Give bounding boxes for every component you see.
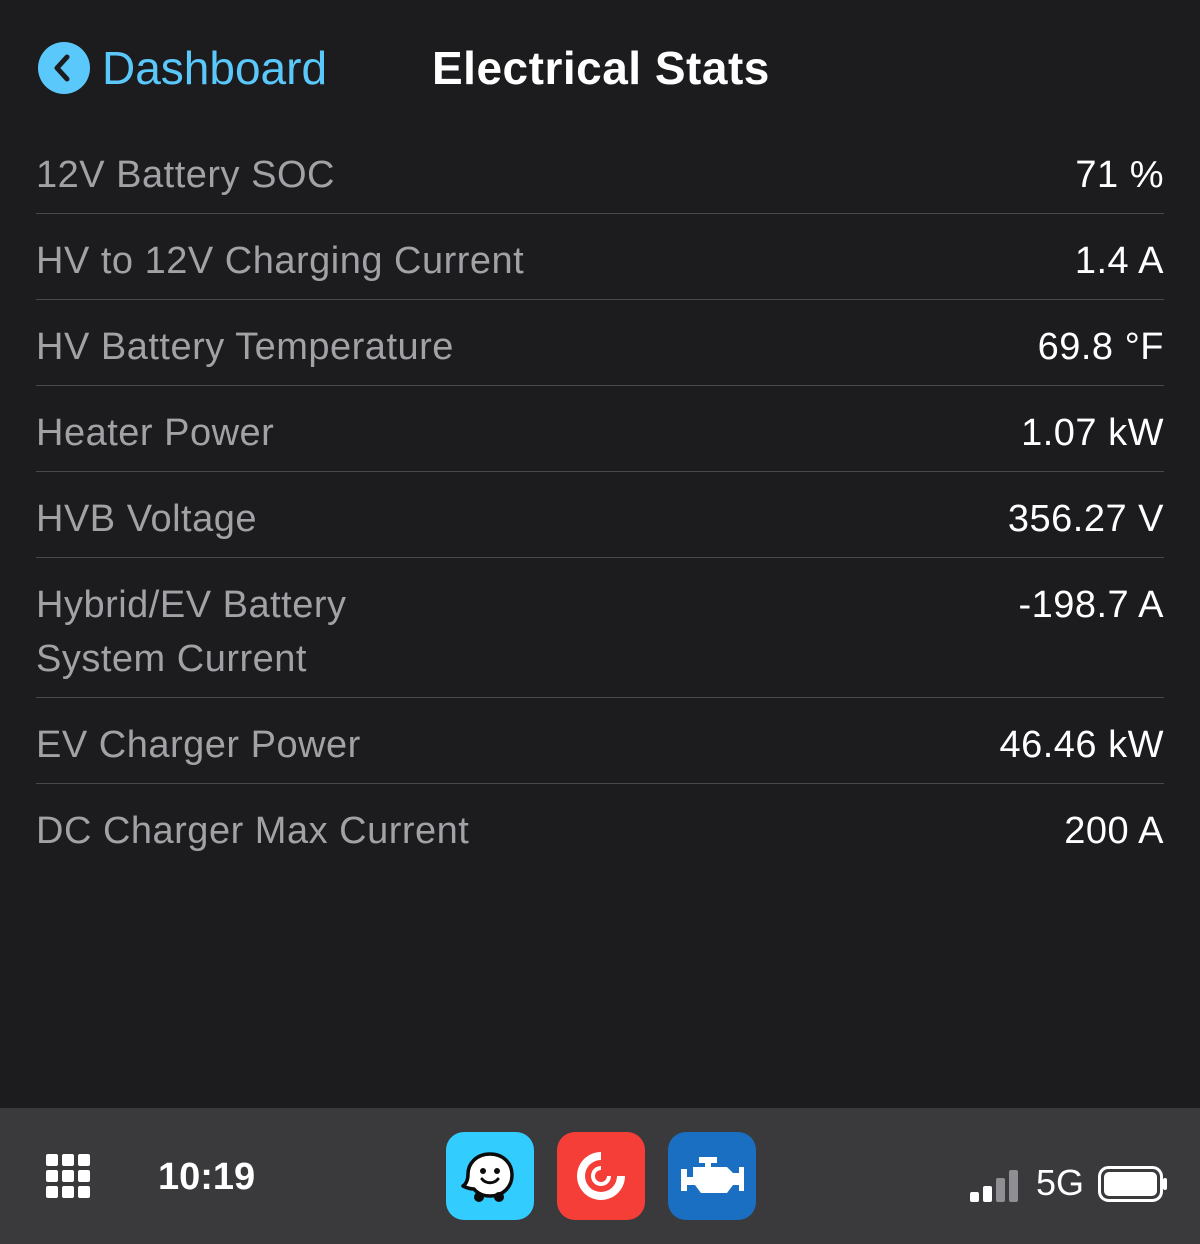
- engine-icon[interactable]: [668, 1132, 756, 1220]
- carplay-screen: Dashboard Electrical Stats 12V Battery S…: [0, 0, 1200, 1244]
- cellular-signal-icon: [970, 1168, 1018, 1202]
- stat-row-dc-charger-max-current: DC Charger Max Current 200 A: [36, 784, 1164, 870]
- clock: 10:19: [158, 1156, 256, 1198]
- stat-label: 12V Battery SOC: [36, 154, 335, 196]
- stats-list: 12V Battery SOC 71 % HV to 12V Charging …: [36, 128, 1164, 870]
- stat-row-heater-power: Heater Power 1.07 kW: [36, 386, 1164, 472]
- stat-label: HV to 12V Charging Current: [36, 240, 525, 282]
- stat-row-hvb-voltage: HVB Voltage 356.27 V: [36, 472, 1164, 558]
- back-button[interactable]: Dashboard: [38, 40, 327, 96]
- carplay-dock: 10:19 5G: [0, 1108, 1200, 1244]
- stat-value: 46.46 kW: [999, 724, 1164, 766]
- stat-row-ev-charger-power: EV Charger Power 46.46 kW: [36, 698, 1164, 784]
- network-label: 5G: [1036, 1162, 1085, 1203]
- page-title: Electrical Stats: [432, 42, 770, 94]
- stat-value: 71 %: [1075, 154, 1164, 196]
- stat-value: 1.4 A: [1074, 240, 1164, 282]
- stat-label: HVB Voltage: [36, 498, 257, 540]
- stat-value: 1.07 kW: [1021, 412, 1164, 454]
- waze-icon[interactable]: [446, 1132, 534, 1220]
- stat-row-hybrid-ev-battery-system-current: Hybrid/EV Battery System Current -198.7 …: [36, 558, 1164, 698]
- stat-row-hv-to-12v-charging-current: HV to 12V Charging Current 1.4 A: [36, 214, 1164, 300]
- stat-value: 69.8 °F: [1037, 326, 1164, 368]
- stat-value: -198.7 A: [1018, 584, 1164, 626]
- back-label: Dashboard: [102, 42, 328, 94]
- nav-bar: Dashboard Electrical Stats: [0, 0, 1200, 130]
- app-grid-icon[interactable]: [46, 1154, 90, 1198]
- stat-label: Hybrid/EV Battery System Current: [36, 584, 347, 680]
- battery-icon: [1098, 1166, 1168, 1202]
- stat-value: 356.27 V: [1007, 498, 1164, 540]
- stat-label: HV Battery Temperature: [36, 326, 454, 368]
- stat-row-12v-battery-soc: 12V Battery SOC 71 %: [36, 128, 1164, 214]
- pocket-casts-icon[interactable]: [557, 1132, 645, 1220]
- stat-label: EV Charger Power: [36, 724, 361, 766]
- stat-value: 200 A: [1064, 810, 1164, 852]
- stat-label: DC Charger Max Current: [36, 810, 470, 852]
- stat-row-hv-battery-temperature: HV Battery Temperature 69.8 °F: [36, 300, 1164, 386]
- chevron-left-icon: [38, 42, 90, 94]
- stat-label: Heater Power: [36, 412, 275, 454]
